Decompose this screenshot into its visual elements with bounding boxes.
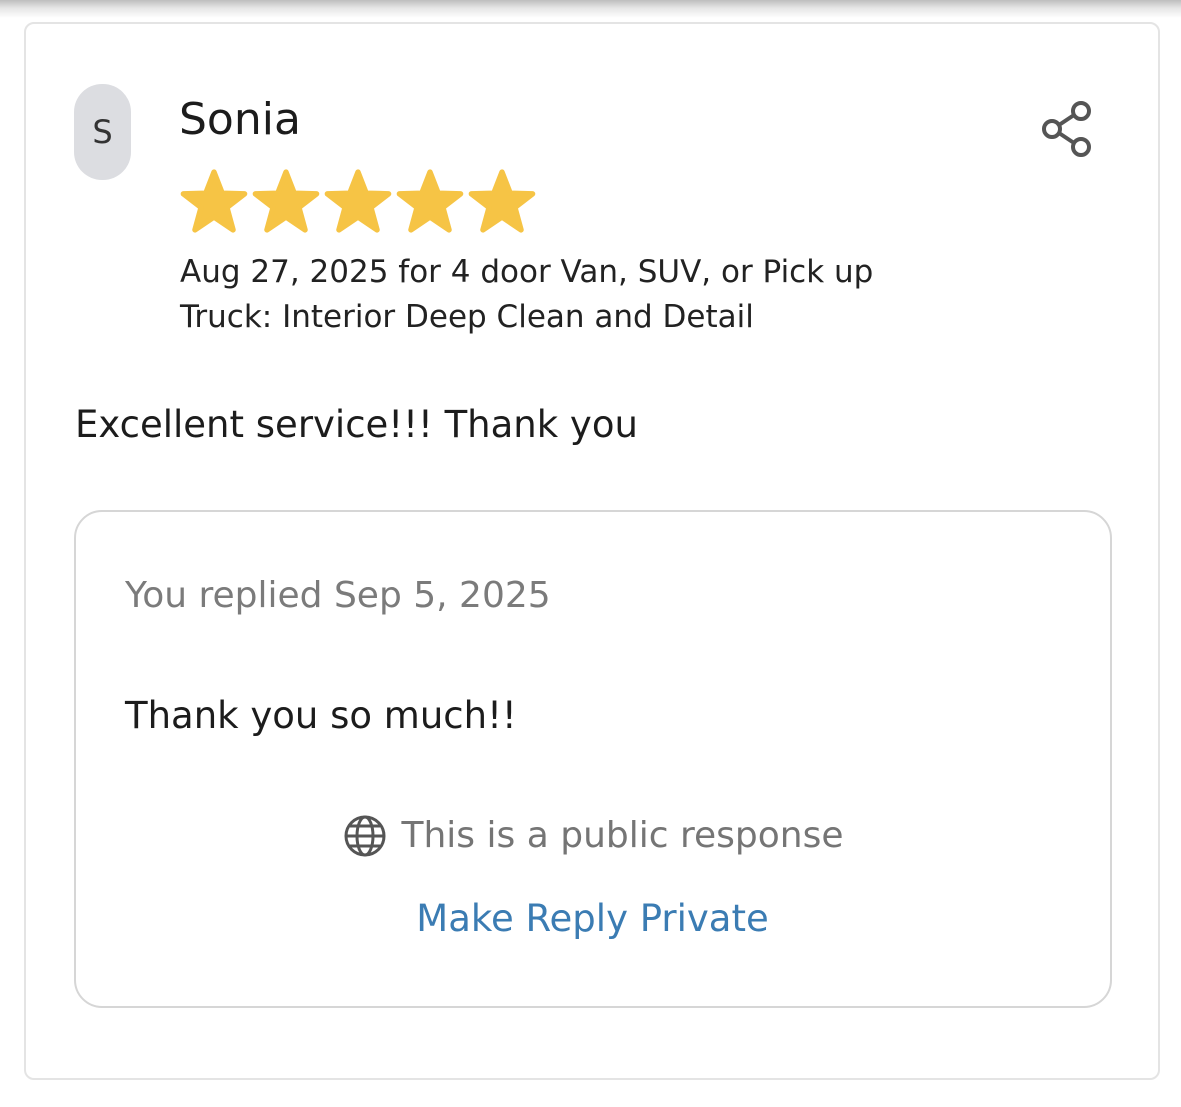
reply-date: You replied Sep 5, 2025: [125, 575, 551, 616]
review-text: Excellent service!!! Thank you: [75, 403, 638, 446]
make-reply-private-link[interactable]: Make Reply Private: [0, 894, 1181, 944]
globe-icon: [344, 815, 385, 857]
share-button[interactable]: [1036, 98, 1098, 160]
reviewer-name: Sonia: [179, 94, 301, 145]
star-icon: [468, 169, 536, 233]
reply-text: Thank you so much!!: [125, 694, 517, 737]
visibility-text: This is a public response: [401, 815, 844, 856]
star-icon: [252, 169, 320, 233]
share-icon: [1042, 101, 1091, 157]
star-rating: [180, 168, 536, 236]
avatar-initial: S: [92, 113, 113, 151]
avatar: S: [74, 84, 131, 180]
star-icon: [324, 169, 392, 233]
star-icon: [180, 169, 248, 233]
top-shadow: [0, 0, 1181, 18]
review-meta: Aug 27, 2025 for 4 door Van, SUV, or Pic…: [180, 254, 874, 335]
star-icon: [396, 169, 464, 233]
visibility-row: This is a public response: [0, 812, 1181, 860]
